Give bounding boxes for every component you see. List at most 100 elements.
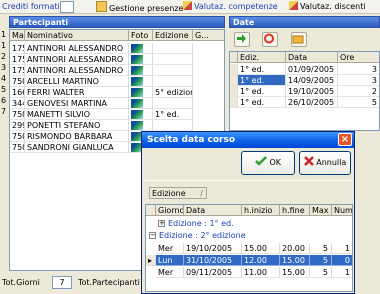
data-cell: 31/10/2005	[184, 255, 242, 266]
col-header-h-fine[interactable]: h.fine	[280, 205, 310, 216]
edizione-cell	[153, 43, 193, 54]
giorno-cell: Mer	[156, 267, 184, 278]
date-row[interactable]: 1° ed. 14/09/2005 3	[230, 75, 379, 86]
group-row-1[interactable]: + Edizione : 1° ed.	[146, 218, 352, 229]
group-by-panel: Edizione /	[145, 180, 353, 202]
close-icon[interactable]: ×	[338, 133, 352, 146]
edizione-cell	[153, 76, 193, 87]
delete-date-button[interactable]	[262, 32, 278, 47]
side-number: 2	[1, 52, 7, 61]
ore-cell: 3	[338, 64, 379, 75]
nominativo-cell: ANTINORI ALESSANDRO	[25, 54, 129, 65]
partecipanti-header: Partecipanti	[9, 16, 225, 28]
date-toolbar	[229, 29, 380, 49]
data-row[interactable]: Mer 19/10/2005 15.00 20.00 5 1	[146, 243, 352, 254]
partecipante-row[interactable]: 17549 ANTINORI ALESSANDRO	[10, 65, 224, 76]
partecipante-row[interactable]: 16676 FERRI WALTER 5° edizione	[10, 87, 224, 98]
date-grid: Ediz. Data Ore 1° ed. 01/09/2005 3 1° ed…	[229, 51, 380, 131]
nominativo-cell: RISMONDO BARBARA	[25, 131, 129, 142]
group-row-2[interactable]: − Edizione : 2° edizione	[146, 230, 352, 241]
foto-cell	[129, 120, 153, 131]
col-header-indicator	[146, 205, 156, 216]
matr-cell: 16676	[10, 87, 25, 98]
partecipante-row[interactable]: 34434 GENOVESI MARTINA	[10, 98, 224, 109]
annulla-label: Annulla	[316, 158, 347, 167]
h-inizio-cell: 15.00	[242, 243, 280, 254]
col-header-num[interactable]: Num	[332, 205, 352, 216]
row-pointer-icon: ▸	[146, 255, 156, 266]
valutaz-discenti-label: Valutaz. discenti	[300, 2, 366, 11]
nominativo-cell: PONETTI STEFANO	[25, 120, 129, 131]
partecipante-row[interactable]: 17549 ANTINORI ALESSANDRO	[10, 54, 224, 65]
nominativo-cell: SANDRONI GIANLUCA	[25, 142, 129, 153]
h-fine-cell: 15.00	[280, 267, 310, 278]
checkmark-icon	[255, 156, 267, 166]
data-cell: 19/10/2005	[286, 86, 338, 97]
ore-cell: 2	[338, 86, 379, 97]
edizione-cell: 1° ed.	[153, 109, 193, 120]
side-number: 1	[1, 41, 7, 50]
valutaz-competenze-label: Valutaz. competenze	[194, 2, 278, 11]
col-header-max[interactable]: Max	[310, 205, 332, 216]
ediz-cell: 1° ed.	[238, 75, 286, 86]
edizione-cell: 5° edizione	[153, 87, 193, 98]
h-inizio-cell: 12.00	[242, 255, 280, 266]
col-header-data[interactable]: Data	[184, 205, 242, 216]
date-row[interactable]: 1° ed. 26/10/2005 5	[230, 97, 379, 108]
partecipante-row[interactable]: 17549 ANTINORI ALESSANDRO	[10, 43, 224, 54]
data-cell: 19/10/2005	[184, 243, 242, 254]
group-by-edizione-chip[interactable]: Edizione /	[149, 187, 207, 199]
max-cell: 5	[310, 243, 332, 254]
photo-thumbnail-icon	[131, 55, 143, 64]
ok-button[interactable]: OK	[241, 151, 295, 175]
data-row-selected[interactable]: ▸ Lun 31/10/2005 12.00 15.00 5 0	[146, 255, 352, 266]
ediz-cell: 1° ed.	[238, 86, 286, 97]
col-header-edizione[interactable]: Edizione	[153, 30, 193, 41]
date-row[interactable]: 1° ed. 19/10/2005 2	[230, 86, 379, 97]
edizione-cell	[153, 120, 193, 131]
matr-cell: 75039	[10, 131, 25, 142]
edit-date-button[interactable]	[291, 32, 307, 47]
col-header-foto[interactable]: Foto	[129, 30, 153, 41]
col-header-row-indicator	[230, 52, 238, 63]
col-header-ore[interactable]: Ore	[338, 52, 379, 63]
pencil-icon	[289, 1, 298, 10]
partecipante-row[interactable]: 75035 MANETTI SILVIO 1° ed.	[10, 109, 224, 120]
h-fine-cell: 20.00	[280, 243, 310, 254]
add-date-button[interactable]	[234, 32, 250, 47]
col-header-matr[interactable]: Matr.	[10, 30, 25, 41]
foto-cell	[129, 87, 153, 98]
group-by-edizione-label: Edizione	[152, 189, 186, 198]
arrow-right-icon	[237, 34, 246, 43]
col-header-ediz[interactable]: Ediz.	[238, 52, 286, 63]
valutaz-discenti-button[interactable]: Valutaz. discenti	[289, 1, 366, 13]
ore-cell: 3	[338, 75, 379, 86]
h-fine-cell: 15.00	[280, 255, 310, 266]
col-header-h-inizio[interactable]: h.inizio	[242, 205, 280, 216]
annulla-button[interactable]: Annulla	[299, 151, 351, 175]
gestione-presenze-label: Gestione presenze	[109, 4, 184, 13]
matr-cell: 75035	[10, 109, 25, 120]
col-header-g[interactable]: G...	[193, 30, 224, 41]
ediz-cell: 1° ed.	[238, 64, 286, 75]
collapse-icon[interactable]: −	[149, 232, 156, 239]
matr-cell: 75034	[10, 142, 25, 153]
scelta-data-dialog: Scelta data corso × OK Annulla Edizione …	[141, 131, 355, 294]
partecipante-row[interactable]: 75045 ARCELLI MARTINO	[10, 76, 224, 87]
gestione-presenze-button[interactable]: Gestione presenze	[96, 1, 183, 13]
edizione-cell	[153, 65, 193, 76]
data-cell: 26/10/2005	[286, 97, 338, 108]
photo-thumbnail-icon	[131, 88, 143, 97]
giorno-cell: Mer	[156, 243, 184, 254]
tot-giorni-label: Tot.Giorni	[2, 278, 40, 287]
expand-icon[interactable]: +	[158, 220, 165, 227]
valutaz-competenze-button[interactable]: Valutaz. competenze	[183, 1, 278, 13]
col-header-data[interactable]: Data	[286, 52, 338, 63]
col-header-giorno[interactable]: Giorno	[156, 205, 184, 216]
data-row[interactable]: Mer 09/11/2005 11.00 15.00 5 1	[146, 267, 352, 278]
partecipante-row[interactable]: 29907 PONETTI STEFANO	[10, 120, 224, 131]
date-row[interactable]: 1° ed. 01/09/2005 3	[230, 64, 379, 75]
tot-giorni-field[interactable]: 7	[52, 276, 72, 289]
crediti-field[interactable]	[60, 1, 74, 13]
col-header-nominativo[interactable]: Nominativo	[25, 30, 129, 41]
